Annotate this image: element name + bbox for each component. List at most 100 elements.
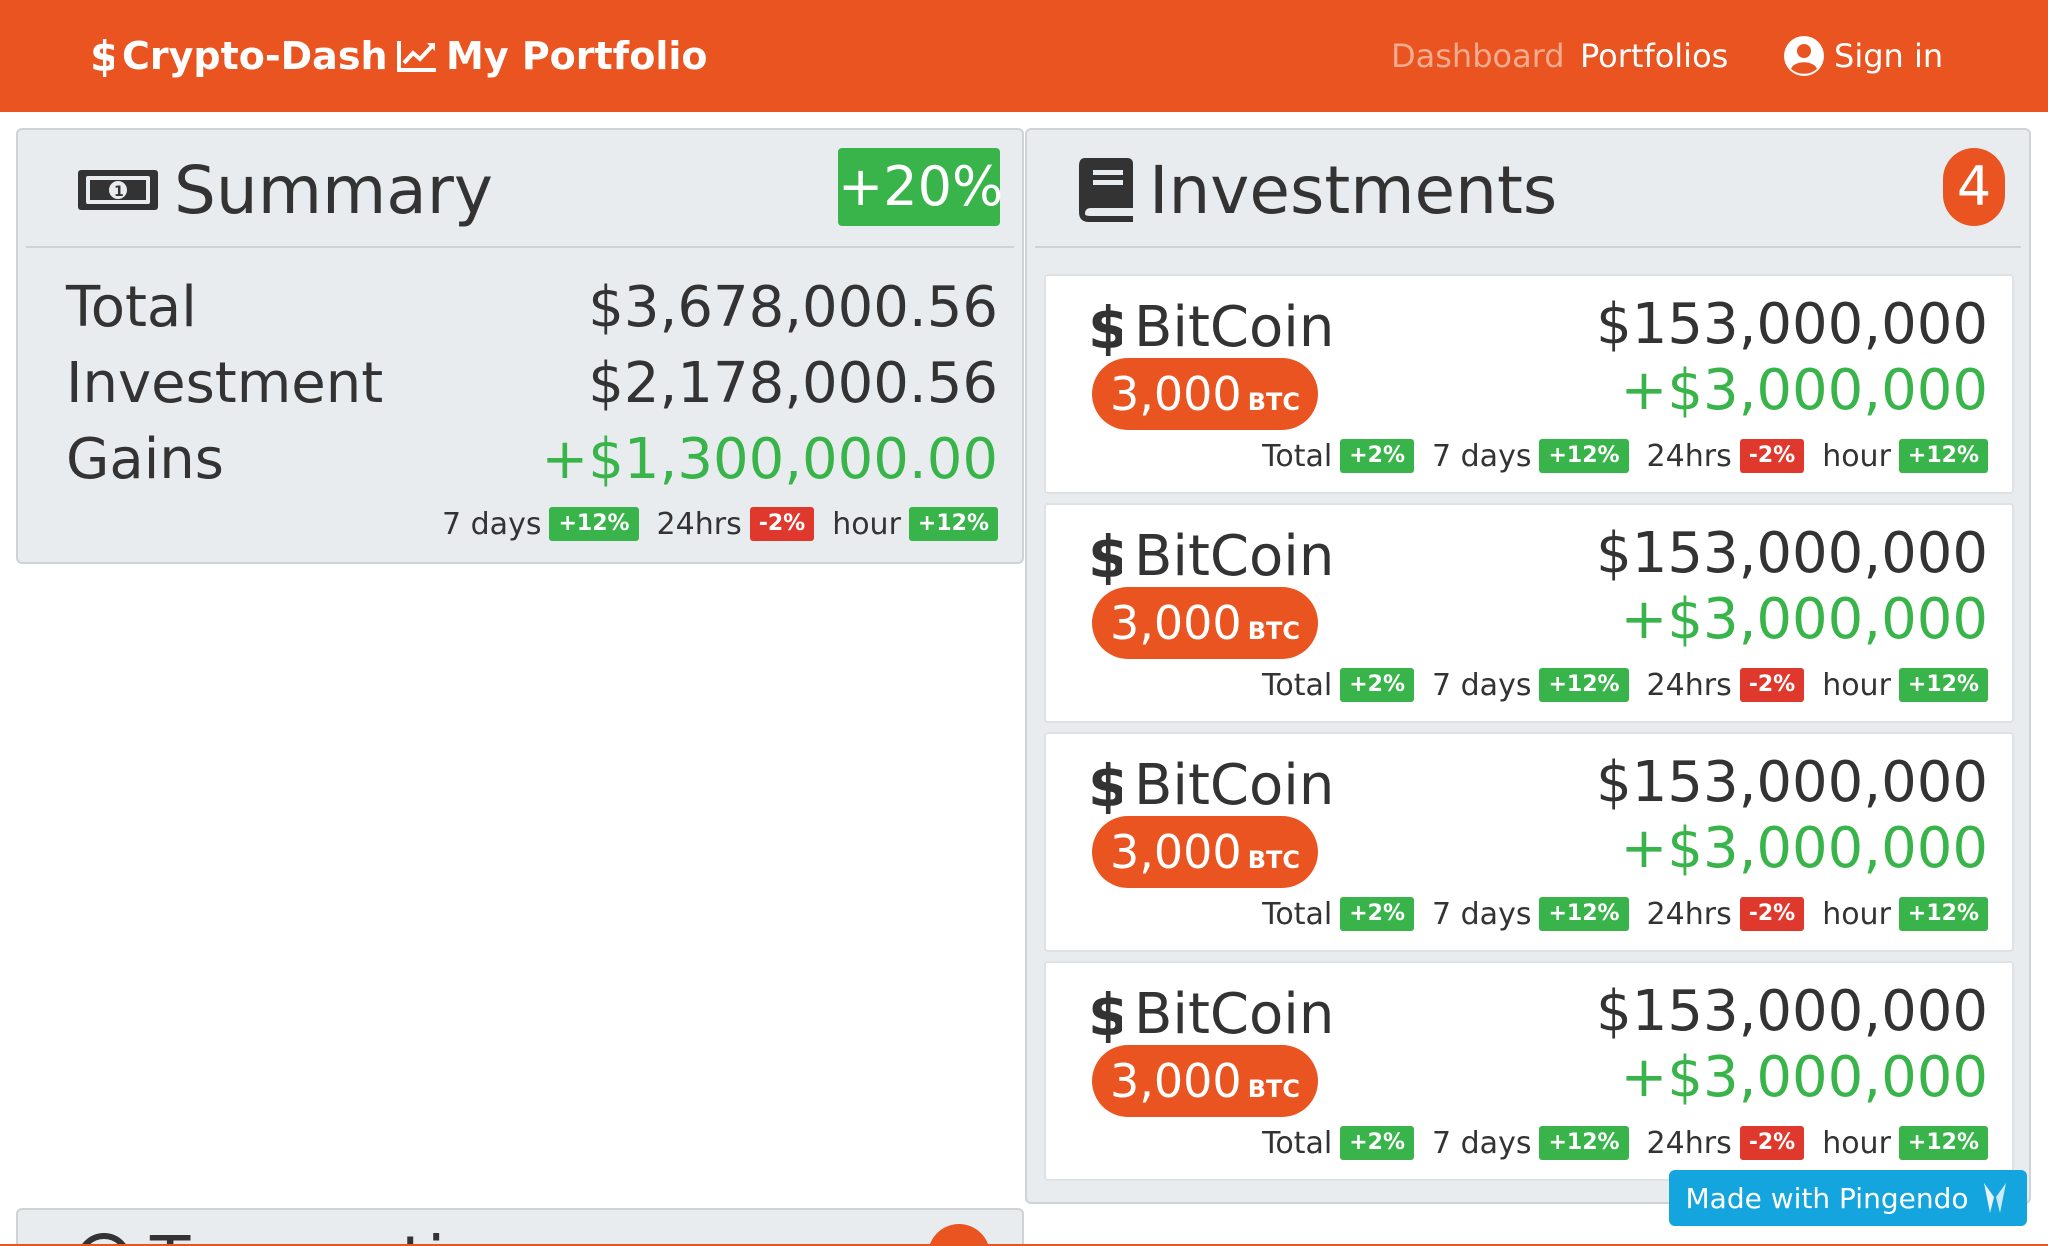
investment-quantity: 3,000 bbox=[1110, 367, 1242, 421]
stat-label: Total bbox=[1262, 438, 1333, 474]
nav-portfolios[interactable]: Portfolios bbox=[1580, 30, 1728, 82]
sign-in-label: Sign in bbox=[1834, 37, 1944, 75]
svg-text:$: $ bbox=[90, 35, 114, 77]
brand-link[interactable]: $ Crypto-Dash bbox=[90, 30, 388, 82]
investment-gain: +$3,000,000 bbox=[1620, 358, 1988, 423]
investment-unit: BTC bbox=[1247, 846, 1300, 874]
my-portfolio-label: My Portfolio bbox=[446, 34, 708, 78]
svg-text:$: $ bbox=[1088, 985, 1122, 1043]
summary-row-total: Total $3,678,000.56 bbox=[66, 275, 998, 341]
summary-row-label: Gains bbox=[66, 427, 224, 492]
stat-label: 24hrs bbox=[1646, 896, 1732, 932]
investment-quantity-badge: 3,000 BTC bbox=[1092, 816, 1318, 888]
summary-row-investment: Investment $2,178,000.56 bbox=[66, 351, 998, 417]
transactions-title: Transactions bbox=[74, 1222, 562, 1246]
dollar-icon: $ bbox=[90, 35, 114, 77]
investment-value: $153,000,000 bbox=[1596, 750, 1988, 815]
investments-title-label: Investments bbox=[1149, 151, 1558, 229]
investment-item[interactable]: $ BitCoin 3,000 BTC $153,000,000 +$3,000… bbox=[1044, 732, 2014, 952]
investment-gain: +$3,000,000 bbox=[1620, 1045, 1988, 1110]
top-navbar: $ Crypto-Dash My Portfolio Dashboard Por… bbox=[0, 0, 2048, 112]
stat-badge: +12% bbox=[1898, 1126, 1988, 1160]
stat-badge: -2% bbox=[1739, 1126, 1805, 1160]
dollar-icon: $ bbox=[1088, 985, 1122, 1043]
investment-stats: Total +2% 7 days +12% 24hrs -2% hour +12… bbox=[1262, 892, 1988, 936]
svg-text:$: $ bbox=[1088, 298, 1122, 356]
dollar-icon: $ bbox=[1088, 527, 1122, 585]
summary-row-value: +$1,300,000.00 bbox=[541, 427, 998, 492]
summary-row-value: $3,678,000.56 bbox=[588, 275, 998, 340]
stat-label: 7 days bbox=[442, 506, 542, 542]
stat-badge: +2% bbox=[1340, 668, 1415, 702]
stat-badge: +2% bbox=[1340, 439, 1415, 473]
summary-row-value: $2,178,000.56 bbox=[588, 351, 998, 416]
stat-label: hour bbox=[1822, 438, 1891, 474]
made-with-pingendo-button[interactable]: Made with Pingendo bbox=[1669, 1170, 2027, 1226]
my-portfolio-link[interactable]: My Portfolio bbox=[396, 30, 707, 82]
book-icon bbox=[1077, 158, 1133, 222]
investments-card: Investments 4 $ BitCoin 3,000 BTC $153,0… bbox=[1025, 128, 2031, 1204]
investment-value: $153,000,000 bbox=[1596, 979, 1988, 1044]
stat-label: hour bbox=[1822, 896, 1891, 932]
investment-value: $153,000,000 bbox=[1596, 521, 1988, 586]
investment-item[interactable]: $ BitCoin 3,000 BTC $153,000,000 +$3,000… bbox=[1044, 961, 2014, 1181]
svg-text:$: $ bbox=[1088, 756, 1122, 814]
stat-label: 24hrs bbox=[656, 506, 742, 542]
stat-badge: -2% bbox=[1739, 668, 1805, 702]
stat-badge: +12% bbox=[908, 507, 998, 541]
stat-badge: -2% bbox=[1739, 897, 1805, 931]
investments-title: Investments bbox=[1077, 151, 1558, 229]
summary-title-label: Summary bbox=[174, 151, 493, 229]
investment-quantity-badge: 3,000 BTC bbox=[1092, 358, 1318, 430]
investment-quantity: 3,000 bbox=[1110, 1054, 1242, 1108]
summary-header: 1 Summary +20% bbox=[26, 130, 1014, 248]
investment-quantity-badge: 3,000 BTC bbox=[1092, 1045, 1318, 1117]
investment-name-label: BitCoin bbox=[1134, 523, 1335, 589]
transactions-header: Transactions bbox=[26, 1210, 1014, 1246]
investment-value: $153,000,000 bbox=[1596, 292, 1988, 357]
investment-name-label: BitCoin bbox=[1134, 981, 1335, 1047]
stat-label: 7 days bbox=[1432, 438, 1532, 474]
nav-dashboard[interactable]: Dashboard bbox=[1391, 30, 1565, 82]
transactions-card: Transactions bbox=[16, 1208, 1024, 1246]
stat-label: 24hrs bbox=[1646, 1125, 1732, 1161]
transactions-title-label: Transactions bbox=[150, 1222, 562, 1246]
stat-label: hour bbox=[832, 506, 901, 542]
investment-name: $ BitCoin bbox=[1088, 981, 1334, 1047]
investment-gain: +$3,000,000 bbox=[1620, 587, 1988, 652]
investment-gain: +$3,000,000 bbox=[1620, 816, 1988, 881]
stat-label: 7 days bbox=[1432, 896, 1532, 932]
stat-label: Total bbox=[1262, 667, 1333, 703]
transactions-count-badge bbox=[928, 1224, 990, 1246]
summary-row-gains: Gains +$1,300,000.00 bbox=[66, 427, 998, 493]
stat-label: Total bbox=[1262, 1125, 1333, 1161]
stat-badge: +2% bbox=[1340, 897, 1415, 931]
summary-stats: 7 days +12% 24hrs -2% hour +12% bbox=[442, 502, 998, 546]
stat-badge: +12% bbox=[1898, 668, 1988, 702]
pingendo-logo-icon bbox=[1984, 1183, 2007, 1213]
stat-label: 7 days bbox=[1432, 667, 1532, 703]
stat-badge: +2% bbox=[1340, 1126, 1415, 1160]
brand-label: Crypto-Dash bbox=[122, 34, 388, 78]
stat-badge: -2% bbox=[749, 507, 815, 541]
stat-label: Total bbox=[1262, 896, 1333, 932]
investments-header: Investments 4 bbox=[1035, 130, 2021, 248]
stat-badge: +12% bbox=[1539, 1126, 1629, 1160]
summary-card: 1 Summary +20% Total $3,678,000.56 Inves… bbox=[16, 128, 1024, 564]
stat-label: 24hrs bbox=[1646, 667, 1732, 703]
dollar-icon: $ bbox=[1088, 298, 1122, 356]
investment-stats: Total +2% 7 days +12% 24hrs -2% hour +12… bbox=[1262, 663, 1988, 707]
investment-name-label: BitCoin bbox=[1134, 752, 1335, 818]
stat-label: 7 days bbox=[1432, 1125, 1532, 1161]
investment-item[interactable]: $ BitCoin 3,000 BTC $153,000,000 +$3,000… bbox=[1044, 503, 2014, 723]
sign-in-link[interactable]: Sign in bbox=[1782, 30, 1943, 82]
investment-name-label: BitCoin bbox=[1134, 294, 1335, 360]
summary-change-badge: +20% bbox=[838, 148, 1003, 226]
stat-badge: -2% bbox=[1739, 439, 1805, 473]
investment-stats: Total +2% 7 days +12% 24hrs -2% hour +12… bbox=[1262, 434, 1988, 478]
line-chart-icon bbox=[396, 39, 438, 73]
stat-label: hour bbox=[1822, 667, 1891, 703]
investment-item[interactable]: $ BitCoin 3,000 BTC $153,000,000 +$3,000… bbox=[1044, 274, 2014, 494]
svg-text:1: 1 bbox=[114, 184, 124, 200]
investment-unit: BTC bbox=[1247, 1075, 1300, 1103]
